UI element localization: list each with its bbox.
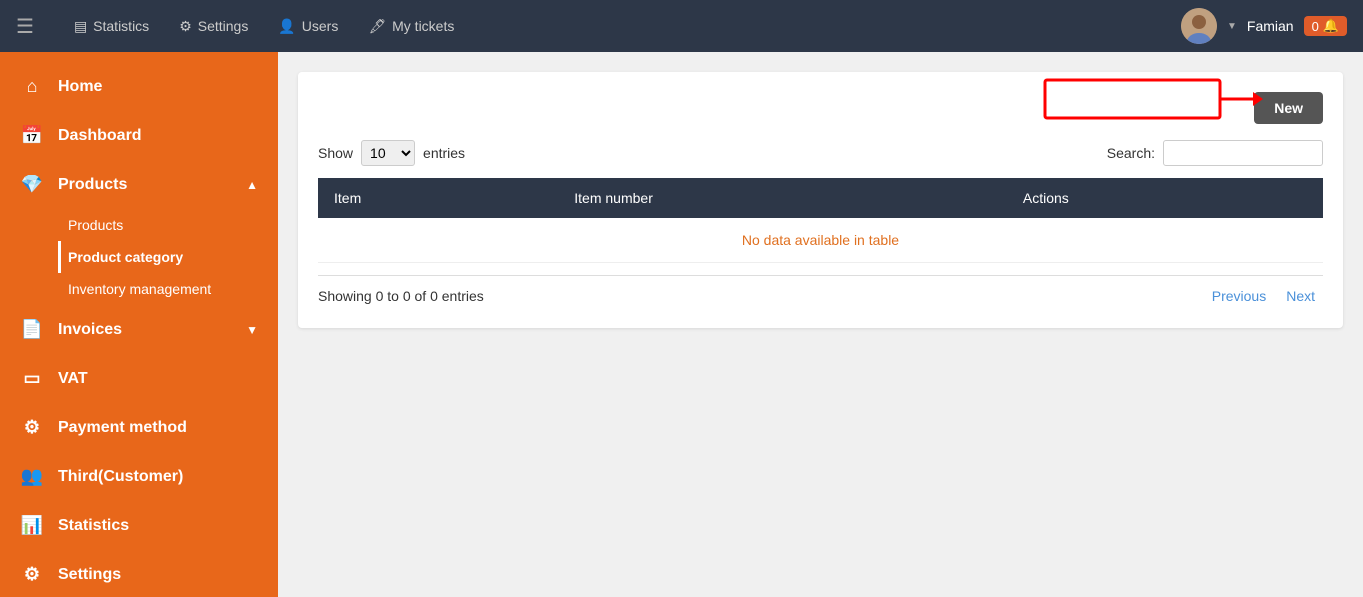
- user-section: ▼ Famian 0 🔔: [1181, 8, 1347, 44]
- show-entries-left: Show 10 25 50 100 entries: [318, 140, 465, 166]
- pagination-buttons: Previous Next: [1204, 284, 1323, 308]
- sidebar-dashboard-label: Dashboard: [58, 127, 142, 145]
- notification-badge[interactable]: 0 🔔: [1304, 16, 1347, 36]
- nav-settings[interactable]: ⚙ Settings: [179, 18, 248, 35]
- statistics-icon: ▤: [74, 18, 87, 35]
- search-label: Search:: [1107, 145, 1155, 161]
- sidebar-products-submenu: Products Product category Inventory mana…: [0, 209, 278, 305]
- empty-row: No data available in table: [318, 218, 1323, 263]
- col-actions: Actions: [1007, 178, 1323, 218]
- layout: ⌂ Home 📅 Dashboard 💎 Products ▲ Products…: [0, 52, 1363, 597]
- sidebar-payment-label: Payment method: [58, 419, 187, 437]
- sidebar-sub-products[interactable]: Products: [58, 209, 278, 241]
- dashboard-icon: 📅: [20, 125, 44, 146]
- top-nav: ☰ ▤ Statistics ⚙ Settings 👤 Users 🖋 My t…: [0, 0, 1363, 52]
- previous-button[interactable]: Previous: [1204, 284, 1274, 308]
- new-button[interactable]: New: [1254, 92, 1323, 124]
- settings-icon: ⚙: [179, 18, 192, 35]
- sidebar-item-vat[interactable]: ▭ VAT: [0, 354, 278, 403]
- arrow-annotation: [1043, 62, 1263, 122]
- sidebar-item-settings[interactable]: ⚙ Settings: [0, 550, 278, 597]
- sidebar-item-products[interactable]: 💎 Products ▲: [0, 160, 278, 209]
- vat-icon: ▭: [20, 368, 44, 389]
- main-content: New Show 10 25 50 100 entries Search:: [278, 52, 1363, 597]
- sidebar-home-label: Home: [58, 78, 102, 96]
- pagination-row: Showing 0 to 0 of 0 entries Previous Nex…: [318, 275, 1323, 308]
- home-icon: ⌂: [20, 76, 44, 97]
- nav-links: ▤ Statistics ⚙ Settings 👤 Users 🖋 My tic…: [74, 18, 1181, 35]
- bell-icon: 🔔: [1323, 18, 1339, 34]
- sidebar-products-label: Products: [58, 176, 127, 194]
- show-row: Show 10 25 50 100 entries Search:: [318, 140, 1323, 166]
- user-chevron-icon: ▼: [1227, 21, 1237, 32]
- next-button[interactable]: Next: [1278, 284, 1323, 308]
- products-icon: 💎: [20, 174, 44, 195]
- hamburger-menu[interactable]: ☰: [16, 14, 34, 39]
- sidebar: ⌂ Home 📅 Dashboard 💎 Products ▲ Products…: [0, 52, 278, 597]
- invoices-icon: 📄: [20, 319, 44, 340]
- sidebar-invoices-label: Invoices: [58, 321, 122, 339]
- settings-sidebar-icon: ⚙: [20, 564, 44, 585]
- nav-users[interactable]: 👤 Users: [278, 18, 338, 35]
- nav-mytickets[interactable]: 🖋 My tickets: [368, 18, 454, 35]
- third-icon: 👥: [20, 466, 44, 487]
- showing-text: Showing 0 to 0 of 0 entries: [318, 288, 484, 304]
- col-item: Item: [318, 178, 558, 218]
- search-input[interactable]: [1163, 140, 1323, 166]
- products-chevron-icon: ▲: [246, 178, 258, 192]
- toolbar-row: New: [318, 92, 1323, 124]
- sidebar-third-label: Third(Customer): [58, 468, 183, 486]
- sidebar-item-invoices[interactable]: 📄 Invoices ▼: [0, 305, 278, 354]
- sidebar-item-dashboard[interactable]: 📅 Dashboard: [0, 111, 278, 160]
- sidebar-item-home[interactable]: ⌂ Home: [0, 62, 278, 111]
- show-label: Show: [318, 145, 353, 161]
- sidebar-sub-inventory[interactable]: Inventory management: [58, 273, 278, 305]
- entries-label: entries: [423, 145, 465, 161]
- data-table: Item Item number Actions No data availab…: [318, 178, 1323, 263]
- sidebar-sub-product-category[interactable]: Product category: [58, 241, 278, 273]
- sidebar-item-statistics[interactable]: 📊 Statistics: [0, 501, 278, 550]
- tickets-icon: 🖋: [368, 18, 386, 35]
- sidebar-settings-label: Settings: [58, 566, 121, 584]
- table-body: No data available in table: [318, 218, 1323, 263]
- nav-statistics[interactable]: ▤ Statistics: [74, 18, 149, 35]
- entries-select[interactable]: 10 25 50 100: [361, 140, 415, 166]
- payment-icon: ⚙: [20, 417, 44, 438]
- sidebar-vat-label: VAT: [58, 370, 88, 388]
- sidebar-item-third[interactable]: 👥 Third(Customer): [0, 452, 278, 501]
- username-label: Famian: [1247, 18, 1294, 34]
- search-right: Search:: [1107, 140, 1323, 166]
- avatar[interactable]: [1181, 8, 1217, 44]
- statistics-sidebar-icon: 📊: [20, 515, 44, 536]
- sidebar-statistics-label: Statistics: [58, 517, 129, 535]
- invoices-chevron-icon: ▼: [246, 323, 258, 337]
- col-item-number: Item number: [558, 178, 1007, 218]
- sidebar-item-payment[interactable]: ⚙ Payment method: [0, 403, 278, 452]
- table-header: Item Item number Actions: [318, 178, 1323, 218]
- empty-message: No data available in table: [318, 218, 1323, 263]
- content-card: New Show 10 25 50 100 entries Search:: [298, 72, 1343, 328]
- users-icon: 👤: [278, 18, 295, 35]
